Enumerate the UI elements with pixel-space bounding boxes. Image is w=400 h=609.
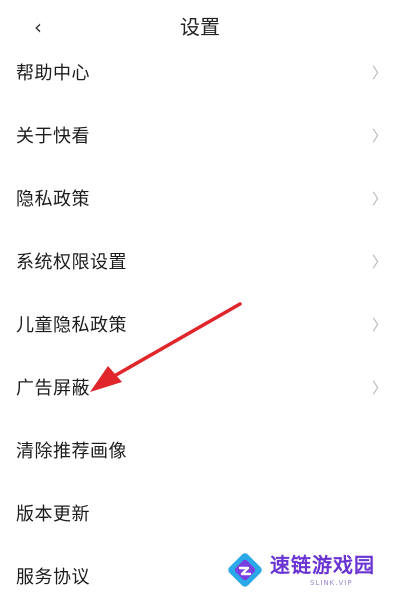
menu-item-help-center[interactable]: 帮助中心 〉 xyxy=(0,42,400,105)
chevron-right-icon: 〉 xyxy=(372,127,388,145)
chevron-right-icon: 〉 xyxy=(372,379,388,397)
menu-item-clear-recommendation-profile[interactable]: 清除推荐画像 xyxy=(0,420,400,483)
menu-item-label: 系统权限设置 xyxy=(16,252,127,273)
menu-item-privacy-policy[interactable]: 隐私政策 〉 xyxy=(0,168,400,231)
menu-item-label: 帮助中心 xyxy=(16,63,90,84)
menu-item-label: 服务协议 xyxy=(16,567,90,588)
menu-item-label: 隐私政策 xyxy=(16,189,90,210)
menu-item-system-permissions[interactable]: 系统权限设置 〉 xyxy=(0,231,400,294)
chevron-right-icon: 〉 xyxy=(372,190,388,208)
menu-item-about[interactable]: 关于快看 〉 xyxy=(0,105,400,168)
menu-item-label: 清除推荐画像 xyxy=(16,441,127,462)
menu-item-label: 关于快看 xyxy=(16,126,90,147)
chevron-right-icon: 〉 xyxy=(372,253,388,271)
watermark-subtitle: SLINK.VIP xyxy=(310,579,353,587)
page-title: 设置 xyxy=(180,15,220,39)
watermark: 速链游戏园 SLINK.VIP xyxy=(222,549,392,597)
watermark-logo-icon xyxy=(228,553,262,587)
menu-item-label: 广告屏蔽 xyxy=(16,378,90,399)
menu-item-ad-blocking[interactable]: 广告屏蔽 〉 xyxy=(0,357,400,420)
watermark-title: 速链游戏园 xyxy=(270,553,375,577)
menu-item-version-update[interactable]: 版本更新 xyxy=(0,483,400,546)
menu-item-label: 儿童隐私政策 xyxy=(16,315,127,336)
menu-item-child-privacy-policy[interactable]: 儿童隐私政策 〉 xyxy=(0,294,400,357)
menu-item-label: 版本更新 xyxy=(16,504,90,525)
settings-menu: 帮助中心 〉 关于快看 〉 隐私政策 〉 系统权限设置 〉 儿童隐私政策 〉 广… xyxy=(0,42,400,609)
chevron-right-icon: 〉 xyxy=(372,64,388,82)
chevron-right-icon: 〉 xyxy=(372,316,388,334)
